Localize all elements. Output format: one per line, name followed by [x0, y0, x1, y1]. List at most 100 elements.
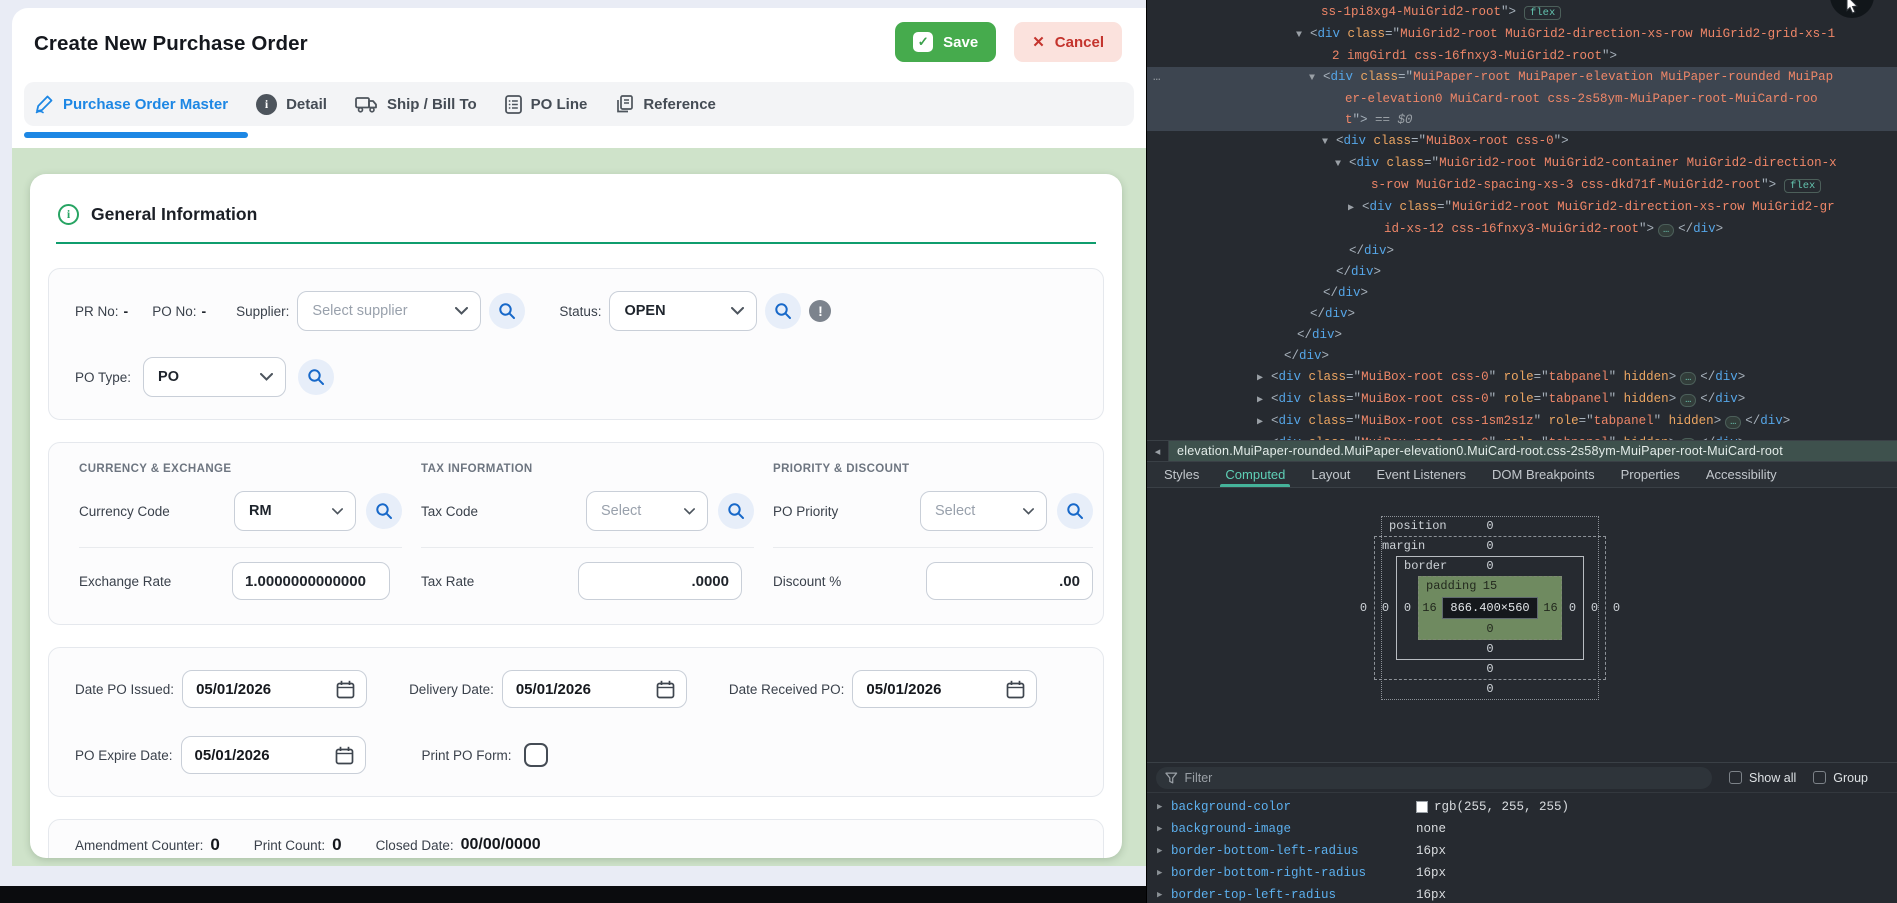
devtools-tab-properties[interactable]: Properties: [1608, 462, 1693, 487]
devtools-tab-styles[interactable]: Styles: [1151, 462, 1212, 487]
code-token: class: [1392, 200, 1437, 214]
dom-tree-line[interactable]: ss-1pi8xg4-MuiGrid2-root">flex: [1147, 2, 1897, 24]
tab-purchase-order-master[interactable]: Purchase Order Master: [34, 94, 228, 114]
expand-arrow-icon[interactable]: ▶: [1157, 868, 1171, 878]
box-model-content[interactable]: 866.400×560: [1442, 597, 1538, 619]
border-left: 0: [1397, 601, 1418, 615]
code-token: </: [1310, 307, 1325, 321]
dom-tree-line[interactable]: ▼<div class="MuiBox-root css-0">: [1147, 131, 1897, 153]
dom-tree-line[interactable]: </div>: [1147, 283, 1897, 304]
dom-tree-line[interactable]: </div>: [1147, 262, 1897, 283]
code-token: ▶: [1257, 368, 1271, 389]
tab-reference[interactable]: Reference: [615, 95, 716, 114]
dom-tree-line[interactable]: </div>: [1147, 304, 1897, 325]
status-select[interactable]: OPEN: [609, 291, 757, 331]
print-po-form-checkbox[interactable]: [524, 743, 548, 767]
delivery-date-label: Delivery Date:: [409, 682, 494, 697]
expand-arrow-icon[interactable]: ▶: [1157, 824, 1171, 834]
screen: Create New Purchase Order ✓ Save ✕ Cance…: [0, 0, 1897, 903]
devtools-tab-event-listeners[interactable]: Event Listeners: [1363, 462, 1479, 487]
dom-tree-line[interactable]: </div>: [1147, 325, 1897, 346]
po-expire-date-input[interactable]: 05/01/2026: [181, 736, 366, 774]
box-model-position[interactable]: position0 0 margin0 0 border0 0: [1381, 516, 1599, 700]
tab-detail[interactable]: iDetail: [256, 94, 327, 115]
elements-tree[interactable]: ss-1pi8xg4-MuiGrid2-root">flex▼<div clas…: [1147, 0, 1897, 440]
code-token: <: [1271, 392, 1279, 406]
expand-arrow-icon[interactable]: ▶: [1157, 802, 1171, 812]
currency-search-icon[interactable]: [366, 493, 402, 529]
more-actions-icon[interactable]: …: [1153, 67, 1162, 88]
date-received-po-input[interactable]: 05/01/2026: [852, 670, 1037, 708]
tax-rate-input[interactable]: .0000: [578, 562, 742, 600]
devtools-tab-layout[interactable]: Layout: [1298, 462, 1363, 487]
breadcrumb[interactable]: elevation.MuiPaper-rounded.MuiPaper-elev…: [1169, 441, 1897, 461]
dom-tree-line[interactable]: </div>: [1147, 346, 1897, 367]
dom-tree-line[interactable]: ▼<div class="MuiGrid2-root MuiGrid2-dire…: [1147, 24, 1897, 46]
code-token: ▼: [1309, 68, 1323, 89]
devtools-tab-computed[interactable]: Computed: [1212, 462, 1298, 487]
dom-tree-line[interactable]: 2 imgGird1 css-16fnxy3-MuiGrid2-root">: [1147, 46, 1897, 67]
dom-tree-line[interactable]: ▼<div class="MuiGrid2-root MuiGrid2-cont…: [1147, 153, 1897, 175]
computed-properties-list: ▶background-colorrgb(255, 255, 255)▶back…: [1147, 792, 1897, 903]
dom-tree-line[interactable]: id-xs-12 css-16fnxy3-MuiGrid2-root">…</d…: [1147, 219, 1897, 241]
dom-tree-line[interactable]: ▶<div class="MuiBox-root css-1sm2s1z" ro…: [1147, 411, 1897, 433]
tab-po-line[interactable]: PO Line: [505, 95, 588, 114]
tab-ship-bill-to[interactable]: Ship / Bill To: [355, 96, 477, 113]
show-all-checkbox[interactable]: Show all: [1729, 771, 1796, 785]
po-type-select[interactable]: PO: [143, 357, 286, 397]
expand-icon[interactable]: …: [1680, 372, 1696, 385]
dom-tree-line[interactable]: …▼<div class="MuiPaper-root MuiPaper-ele…: [1147, 67, 1897, 89]
expand-icon[interactable]: …: [1658, 224, 1674, 237]
devtools-tab-accessibility[interactable]: Accessibility: [1693, 462, 1790, 487]
delivery-date-input[interactable]: 05/01/2026: [502, 670, 687, 708]
po-priority-select[interactable]: Select: [920, 491, 1047, 531]
breadcrumb-back-button[interactable]: ◂: [1147, 441, 1169, 461]
filter-input[interactable]: [1185, 771, 1703, 785]
breadcrumb-bar: ◂ elevation.MuiPaper-rounded.MuiPaper-el…: [1147, 440, 1897, 462]
currency-code-select[interactable]: RM: [234, 491, 356, 531]
code-token: ▶: [1257, 412, 1271, 433]
priority-column: PRIORITY & DISCOUNT PO Priority Select: [773, 463, 1093, 600]
group-checkbox[interactable]: Group: [1813, 771, 1868, 785]
tax-code-select[interactable]: Select: [586, 491, 708, 531]
status-search-icon[interactable]: [765, 293, 801, 329]
po-type-search-icon[interactable]: [298, 359, 334, 395]
computed-property-row[interactable]: ▶background-colorrgb(255, 255, 255): [1147, 796, 1897, 818]
po-priority-search-icon[interactable]: [1057, 493, 1093, 529]
dom-tree-line[interactable]: </div>: [1147, 241, 1897, 262]
pages-icon: [615, 95, 634, 114]
dom-tree-line[interactable]: ▶<div class="MuiBox-root css-0" role="ta…: [1147, 389, 1897, 411]
expand-arrow-icon[interactable]: ▶: [1157, 890, 1171, 900]
code-token: >: [1335, 328, 1343, 342]
computed-property-row[interactable]: ▶background-imagenone: [1147, 818, 1897, 840]
date-po-issued-input[interactable]: 05/01/2026: [182, 670, 367, 708]
cancel-button[interactable]: ✕ Cancel: [1014, 22, 1122, 62]
computed-property-row[interactable]: ▶border-bottom-left-radius16px: [1147, 840, 1897, 862]
code-token: role: [1496, 370, 1534, 384]
dom-tree-line[interactable]: ▶<div class="MuiBox-root css-0" role="ta…: [1147, 367, 1897, 389]
box-model-padding[interactable]: padding15 16 866.400×560 16 0: [1418, 576, 1562, 640]
code-token: hidden: [1661, 414, 1714, 428]
flex-badge[interactable]: flex: [1784, 179, 1821, 193]
supplier-search-icon[interactable]: [489, 293, 525, 329]
computed-property-row[interactable]: ▶border-top-left-radius16px: [1147, 884, 1897, 903]
expand-arrow-icon[interactable]: ▶: [1157, 846, 1171, 856]
devtools-tab-dom-breakpoints[interactable]: DOM Breakpoints: [1479, 462, 1608, 487]
supplier-select[interactable]: Select supplier: [297, 291, 481, 331]
dom-tree-line[interactable]: s-row MuiGrid2-spacing-xs-3 css-dkd71f-M…: [1147, 175, 1897, 197]
box-model-border[interactable]: border0 0 padding15 16 866.400×560 16: [1396, 556, 1584, 660]
tax-code-search-icon[interactable]: [718, 493, 754, 529]
flex-badge[interactable]: flex: [1524, 6, 1561, 20]
exchange-rate-input[interactable]: 1.0000000000000: [232, 562, 390, 600]
margin-right: 0: [1584, 601, 1605, 615]
save-button[interactable]: ✓ Save: [895, 22, 996, 62]
dom-tree-line[interactable]: t"> == $0: [1147, 110, 1897, 131]
discount-input[interactable]: .00: [926, 562, 1093, 600]
dom-tree-line[interactable]: ▶<div class="MuiBox-root css-0" role="ta…: [1147, 433, 1897, 440]
computed-property-row[interactable]: ▶border-bottom-right-radius16px: [1147, 862, 1897, 884]
dom-tree-line[interactable]: er-elevation0 MuiCard-root css-2s58ym-Mu…: [1147, 89, 1897, 110]
box-model-margin[interactable]: margin0 0 border0 0 padding15: [1374, 536, 1606, 680]
dom-tree-line[interactable]: ▶<div class="MuiGrid2-root MuiGrid2-dire…: [1147, 197, 1897, 219]
expand-icon[interactable]: …: [1725, 416, 1741, 429]
expand-icon[interactable]: …: [1680, 394, 1696, 407]
